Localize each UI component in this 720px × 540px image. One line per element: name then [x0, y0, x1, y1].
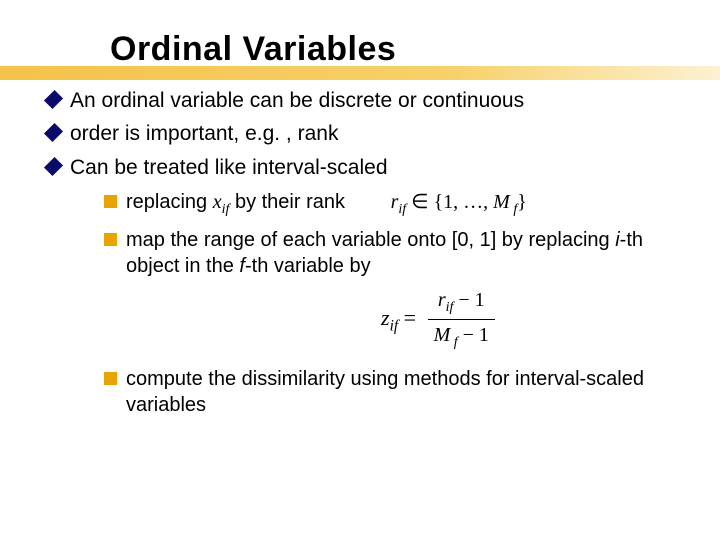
sub-item: map the range of each variable onto [0, …	[104, 227, 690, 352]
sub-text: by their rank	[229, 191, 345, 213]
var-x: x	[213, 191, 222, 213]
fraction: rif − 1 M f − 1	[428, 287, 495, 352]
bullet-text: order is important, e.g. , rank	[70, 122, 338, 145]
numerator: rif − 1	[428, 287, 495, 320]
bullet-text: An ordinal variable can be discrete or c…	[70, 89, 524, 112]
var-z: z	[381, 305, 390, 330]
set-close: }	[517, 191, 527, 213]
var-sub: f	[450, 335, 457, 350]
equation-block: zif = rif − 1 M f − 1	[186, 287, 690, 352]
var-M: M	[434, 324, 451, 346]
var-sub: if	[398, 202, 406, 217]
var-sub: if	[390, 317, 399, 334]
sub-list: replacing xif by their rank rif ∈ {1, …,…	[104, 189, 690, 419]
denominator: M f − 1	[428, 320, 495, 352]
sub-text: -th variable by	[245, 255, 371, 277]
bullet-item: order is important, e.g. , rank	[46, 120, 690, 147]
eq-equals: =	[398, 305, 421, 330]
var-M: M	[493, 191, 510, 213]
set-in: ∈ {1, …,	[406, 191, 493, 213]
den-tail: − 1	[458, 324, 489, 346]
math-set: rif ∈ {1, …, M f}	[391, 191, 527, 213]
bullet-item: An ordinal variable can be discrete or c…	[46, 87, 690, 114]
sub-text: map the range of each variable onto [0, …	[126, 229, 615, 251]
sub-text: replacing	[126, 191, 213, 213]
slide: Ordinal Variables An ordinal variable ca…	[0, 0, 720, 540]
sub-text: compute the dissimilarity using methods …	[126, 368, 644, 416]
slide-title: Ordinal Variables	[110, 30, 690, 69]
sub-item: compute the dissimilarity using methods …	[104, 366, 690, 418]
num-tail: − 1	[453, 289, 484, 311]
title-block: Ordinal Variables	[110, 30, 690, 69]
bullet-list: An ordinal variable can be discrete or c…	[46, 87, 690, 418]
eq-lhs: zif =	[381, 305, 422, 330]
sub-item: replacing xif by their rank rif ∈ {1, …,…	[104, 189, 690, 219]
math-var: xif	[213, 191, 230, 213]
bullet-item: Can be treated like interval-scaled repl…	[46, 154, 690, 419]
var-r: r	[438, 289, 446, 311]
bullet-text: Can be treated like interval-scaled	[70, 156, 388, 179]
